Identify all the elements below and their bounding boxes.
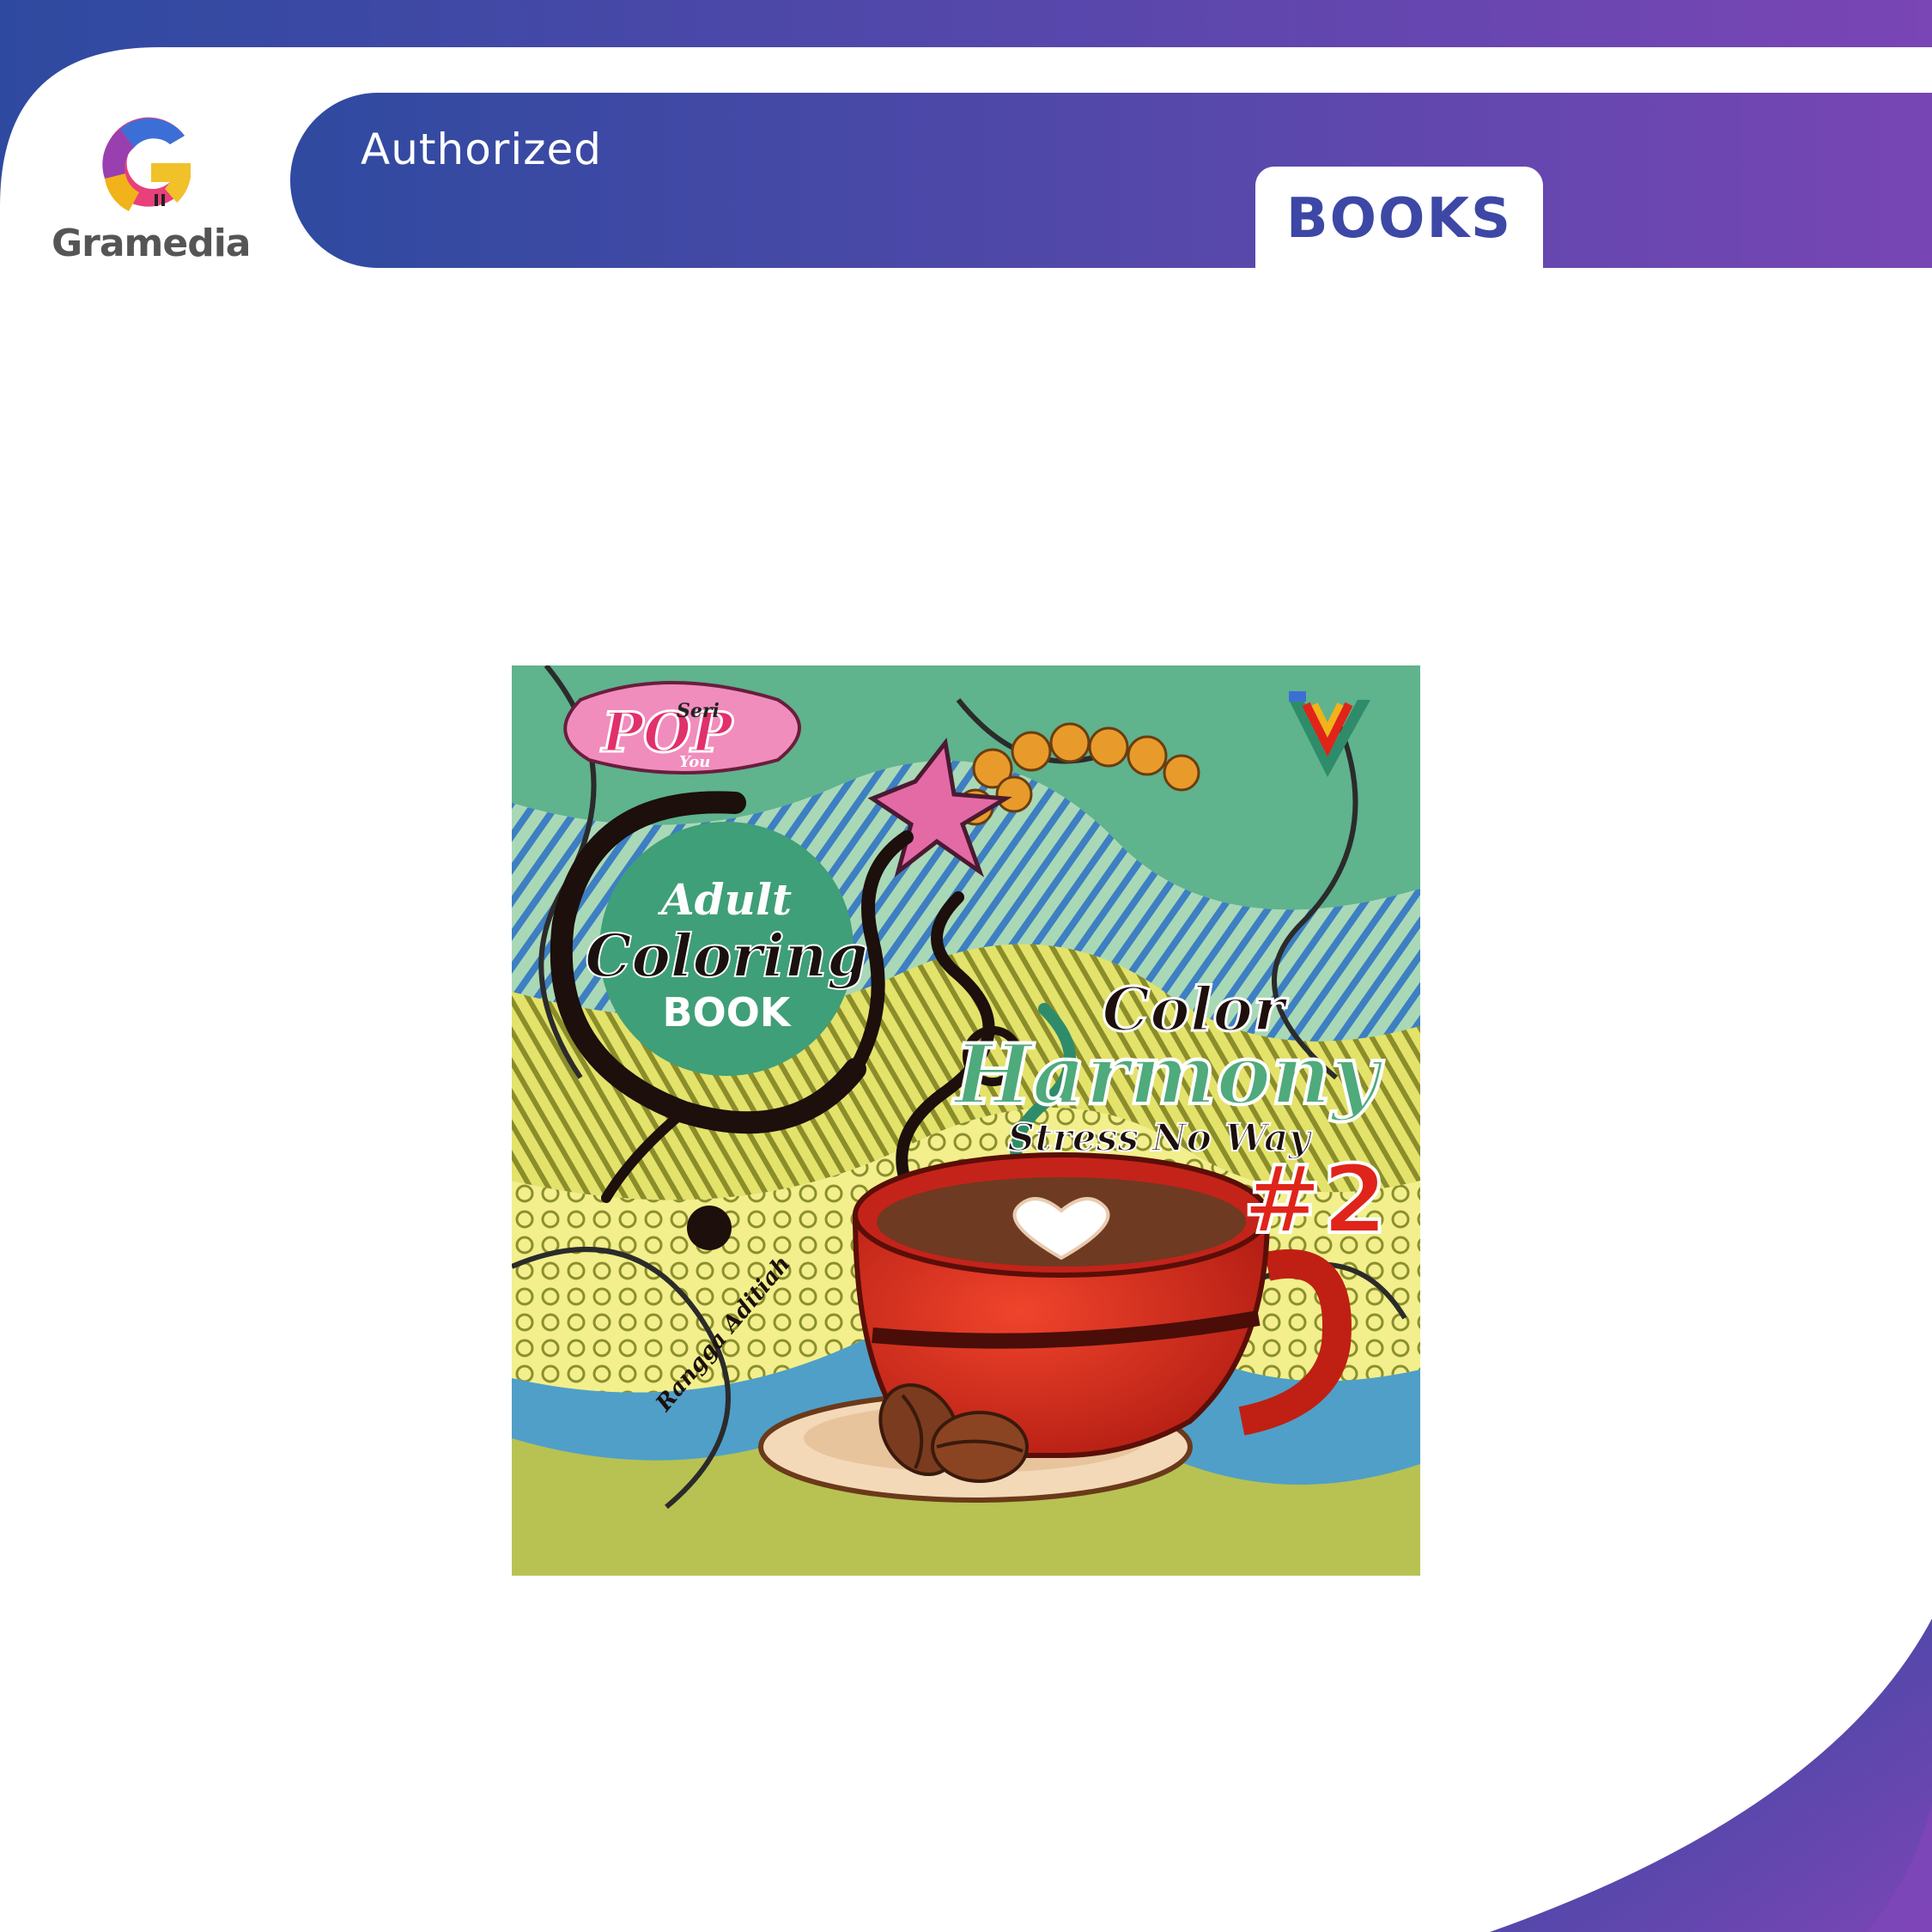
badge-book: BOOK <box>663 989 793 1036</box>
books-label: BOOKS <box>1285 187 1513 251</box>
volume-number: #2 <box>1242 1145 1388 1255</box>
brand-name: Gramedia <box>52 222 251 265</box>
series-tag: You <box>679 753 710 771</box>
book-cover: POP Seri You Adult Coloring BOOK Color H… <box>512 665 1420 1576</box>
series-label: Seri <box>677 700 720 722</box>
book-cover-illustration: POP Seri You Adult Coloring BOOK Color H… <box>512 665 1420 1576</box>
gramedia-g-logo-icon <box>102 117 191 211</box>
badge-coloring: Coloring <box>585 922 867 991</box>
title-harmony: Harmony <box>951 1026 1384 1123</box>
badge-adult: Adult <box>658 874 792 925</box>
authorized-label: Authorized <box>361 125 602 174</box>
